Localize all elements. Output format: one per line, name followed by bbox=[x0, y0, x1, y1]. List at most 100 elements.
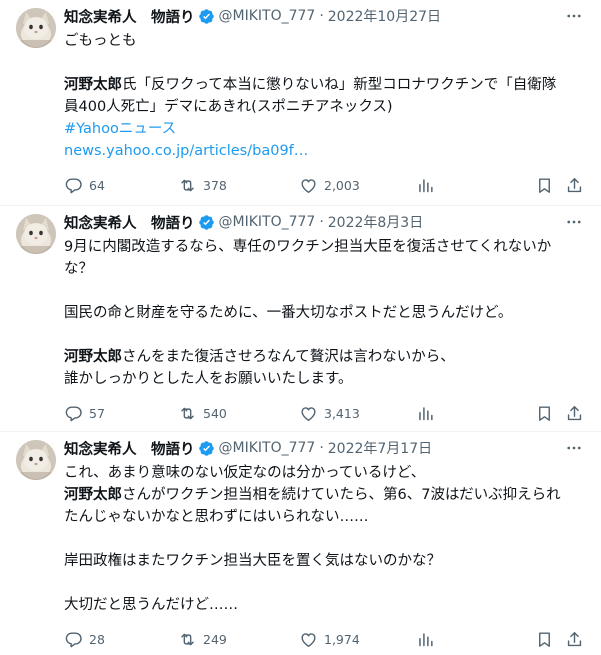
text-line: 9月に内閣改造するなら、専任のワクチン担当大臣を復活させてくれないか bbox=[64, 236, 585, 258]
share-icon bbox=[567, 177, 582, 192]
reply-count: 28 bbox=[89, 631, 105, 647]
separator-dot: · bbox=[319, 214, 324, 230]
bookmark-icon bbox=[539, 405, 550, 421]
text-span: 誰かしっかりとした人をお願いいたします。 bbox=[64, 371, 353, 387]
text-line: 河野太郎さんをまた復活させろなんて贅沢は言わないから、 bbox=[64, 346, 585, 368]
views-icon bbox=[419, 632, 433, 646]
share-icon bbox=[567, 631, 582, 646]
mention-bold-text: 河野太郎 bbox=[64, 77, 122, 93]
share-icon bbox=[567, 405, 582, 420]
bookmark-icon bbox=[539, 177, 550, 193]
retweet-count: 249 bbox=[203, 631, 227, 647]
more-icon[interactable] bbox=[563, 438, 585, 458]
text-line: 河野太郎氏「反ワクって本当に懲りないね」新型コロナワクチンで「自衛隊 bbox=[64, 74, 585, 96]
verified-badge-icon bbox=[198, 8, 214, 24]
retweet-icon bbox=[181, 179, 194, 191]
views-button[interactable] bbox=[416, 404, 441, 423]
reply-button[interactable]: 57 bbox=[64, 404, 105, 423]
retweet-icon bbox=[181, 407, 194, 419]
author-handle[interactable]: @MIKITO_777 bbox=[219, 440, 316, 456]
tweet[interactable]: 知念実希人 物語り @MIKITO_777 · 2022年10月27日 ごもっと… bbox=[0, 0, 601, 206]
reply-button[interactable]: 64 bbox=[64, 176, 105, 195]
text-line: 岸田政権はまたワクチン担当大臣を置く気はないのかな？ bbox=[64, 550, 585, 572]
like-count: 1,974 bbox=[324, 631, 360, 647]
text-line: これ、あまり意味のない仮定なのは分かっているけど、 bbox=[64, 462, 585, 484]
timeline: 知念実希人 物語り @MIKITO_777 · 2022年10月27日 ごもっと… bbox=[0, 0, 601, 655]
text-line: 大切だと思うんだけど…… bbox=[64, 594, 585, 616]
like-button[interactable]: 1,974 bbox=[299, 630, 360, 649]
tweet-date[interactable]: 2022年7月17日 bbox=[328, 438, 432, 458]
share-button[interactable] bbox=[565, 630, 590, 649]
author-name[interactable]: 知念実希人 物語り bbox=[64, 6, 195, 27]
tweet-link[interactable]: news.yahoo.co.jp/articles/ba09f… bbox=[64, 143, 308, 159]
text-span: 岸田政権はまたワクチン担当大臣を置く気はないのかな？ bbox=[64, 553, 441, 569]
author-handle[interactable]: @MIKITO_777 bbox=[219, 214, 316, 230]
text-span: 氏「反ワクって本当に懲りないね」新型コロナワクチンで「自衛隊 bbox=[122, 77, 557, 93]
tweet[interactable]: 知念実希人 物語り @MIKITO_777 · 2022年7月17日 これ、あま… bbox=[0, 432, 601, 655]
more-icon[interactable] bbox=[563, 212, 585, 232]
like-button[interactable]: 3,413 bbox=[299, 404, 360, 423]
author-name[interactable]: 知念実希人 物語り bbox=[64, 438, 195, 459]
views-button[interactable] bbox=[416, 176, 441, 195]
retweet-button[interactable]: 540 bbox=[178, 404, 227, 423]
verified-badge-icon bbox=[198, 440, 214, 456]
tweet-date[interactable]: 2022年10月27日 bbox=[328, 6, 441, 26]
reply-button[interactable]: 28 bbox=[64, 630, 105, 649]
retweet-count: 540 bbox=[203, 405, 227, 421]
text-span: たんじゃないかなと思わずにはいられない…… bbox=[64, 509, 369, 525]
text-line: たんじゃないかなと思わずにはいられない…… bbox=[64, 506, 585, 528]
like-icon bbox=[301, 632, 316, 647]
avatar[interactable] bbox=[16, 440, 56, 480]
text-span: 大切だと思うんだけど…… bbox=[64, 597, 238, 613]
mention-bold-text: 河野太郎 bbox=[64, 349, 122, 365]
like-icon bbox=[301, 406, 316, 421]
bookmark-button[interactable] bbox=[535, 630, 560, 649]
share-button[interactable] bbox=[565, 176, 590, 195]
text-span: 員400人死亡」デマにあきれ(スポニチアネックス) bbox=[64, 99, 393, 115]
reply-icon bbox=[65, 177, 82, 193]
reply-icon bbox=[65, 405, 82, 421]
tweet-actions: 57 540 3,413 bbox=[64, 403, 585, 423]
tweet-date[interactable]: 2022年8月3日 bbox=[328, 212, 423, 232]
reply-icon bbox=[65, 631, 82, 647]
bookmark-button[interactable] bbox=[535, 404, 560, 423]
text-line: #Yahooニュース bbox=[64, 118, 585, 140]
views-icon bbox=[419, 178, 433, 192]
separator-dot: · bbox=[319, 440, 324, 456]
bookmark-icon bbox=[539, 631, 550, 647]
text-span: 国民の命と財産を守るために、一番大切なポストだと思うんだけど。 bbox=[64, 305, 513, 321]
separator-dot: · bbox=[319, 8, 324, 24]
share-button[interactable] bbox=[565, 404, 590, 423]
tweet-text: 9月に内閣改造するなら、専任のワクチン担当大臣を復活させてくれないか な？ 国民の命… bbox=[64, 236, 585, 390]
cat-avatar-image bbox=[16, 8, 56, 48]
author-handle[interactable]: @MIKITO_777 bbox=[219, 8, 316, 24]
retweet-button[interactable]: 378 bbox=[178, 176, 227, 195]
text-line: ごもっとも bbox=[64, 30, 585, 52]
views-icon bbox=[419, 406, 433, 420]
reply-count: 64 bbox=[89, 177, 105, 193]
tweet[interactable]: 知念実希人 物語り @MIKITO_777 · 2022年8月3日 9月に内閣改… bbox=[0, 206, 601, 432]
bookmark-button[interactable] bbox=[535, 176, 560, 195]
retweet-button[interactable]: 249 bbox=[178, 630, 227, 649]
avatar[interactable] bbox=[16, 214, 56, 254]
author-name[interactable]: 知念実希人 物語り bbox=[64, 212, 195, 233]
retweet-count: 378 bbox=[203, 177, 227, 193]
retweet-icon bbox=[181, 633, 194, 645]
text-line: 河野太郎さんがワクチン担当相を続けていたら、第6、7波はだいぶ抑えられ bbox=[64, 484, 585, 506]
text-span: さんをまた復活させろなんて贅沢は言わないから、 bbox=[122, 349, 455, 365]
views-button[interactable] bbox=[416, 630, 441, 649]
more-icon[interactable] bbox=[563, 6, 585, 26]
like-icon bbox=[301, 178, 316, 193]
verified-badge-icon bbox=[198, 214, 214, 230]
cat-avatar-image bbox=[16, 440, 56, 480]
tweet-link[interactable]: #Yahooニュース bbox=[64, 121, 176, 137]
reply-count: 57 bbox=[89, 405, 105, 421]
avatar[interactable] bbox=[16, 8, 56, 48]
text-span: これ、あまり意味のない仮定なのは分かっているけど、 bbox=[64, 465, 426, 481]
tweet-text: ごもっとも河野太郎氏「反ワクって本当に懲りないね」新型コロナワクチンで「自衛隊員… bbox=[64, 30, 585, 162]
like-button[interactable]: 2,003 bbox=[299, 176, 360, 195]
tweet-actions: 64 378 2,003 bbox=[64, 175, 585, 195]
